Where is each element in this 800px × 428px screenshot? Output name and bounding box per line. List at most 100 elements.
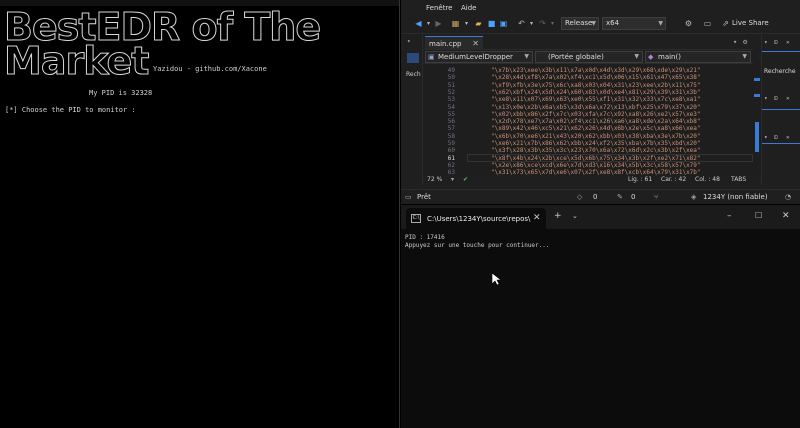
terminal-icon: C:\ [411, 214, 421, 223]
window-close-icon[interactable]: ✕ [782, 211, 790, 221]
mouse-pointer-icon [492, 273, 501, 286]
cursor-line: Lig. : 61 [628, 176, 653, 183]
zoom-level[interactable]: 72 % [427, 176, 442, 183]
pin-icon[interactable]: ▾ [407, 38, 411, 45]
attach-icon[interactable]: ⚙ [683, 18, 694, 29]
toolbar-options-icon[interactable]: ▭ [702, 18, 713, 29]
credit-text: Yazidou - github.com/Xacone [153, 65, 267, 73]
code-line[interactable]: "\x8f\x4b\x24\x2b\xce\x5d\x6b\x75\x34\x3… [491, 155, 701, 162]
code-line[interactable]: "\x62\xbf\x24\x5d\x24\x60\x83\x0d\xe4\x8… [491, 89, 701, 96]
function-icon: ◆ [648, 53, 654, 61]
live-share-button[interactable]: Live Share [732, 19, 769, 27]
new-project-icon[interactable]: ▦ [450, 18, 461, 29]
indent-mode[interactable]: TABS [731, 176, 746, 183]
notifications-icon[interactable]: ◔ [785, 193, 791, 201]
line-number: 50 [447, 74, 455, 82]
function-value: main() [658, 53, 681, 61]
scope-dropdown[interactable]: (Portée globale) ▼ [535, 51, 643, 63]
minimize-icon[interactable]: – [727, 211, 732, 221]
chevron-down-icon: ▼ [658, 20, 663, 27]
tab-overflow-icon[interactable]: ▾ [733, 38, 737, 46]
code-line[interactable]: "\xe6\x21\x7b\x86\x62\xbb\x24\xf2\x35\xb… [491, 140, 701, 147]
warning-icon[interactable]: ◇ [577, 193, 582, 201]
right-tool-panels: ▾ ⊡ ✕ Recherche ▾ ⊡ ✕ ▾ ⊡ ✕ [761, 35, 800, 185]
panel-toggle[interactable] [407, 53, 419, 63]
editor-status-bar: 72 % ▾ ✔ Lig. : 61 Car. : 42 Col. : 48 T… [423, 175, 753, 185]
left-console-window[interactable]: BestEDR of The Market Yazidou - github.c… [0, 0, 400, 428]
line-number: 58 [447, 132, 455, 140]
menu-window[interactable]: Fenêtre [426, 4, 452, 12]
tab-main-cpp[interactable]: main.cpp ✕ [425, 36, 483, 50]
code-line[interactable]: "\xe8\x11\x07\x69\x63\xe0\x55\xf1\x31\x3… [491, 96, 701, 103]
close-icon[interactable]: ✕ [533, 213, 541, 223]
project-value: MediumLevelDropper [438, 53, 513, 61]
editor-scrollbar[interactable] [753, 64, 761, 175]
code-line[interactable]: "\x02\xbb\x86\x2f\x7c\x03\xfa\x7c\x92\xa… [491, 111, 701, 118]
code-line[interactable]: "\x89\x42\x46\xc5\x21\x62\x26\x4d\x6b\x2… [491, 125, 701, 132]
scope-value: (Portée globale) [548, 53, 604, 61]
forward-icon[interactable]: ▶ [433, 18, 444, 29]
warning-count[interactable]: 0 [593, 193, 597, 201]
code-line[interactable]: "\x6b\x70\xe6\x21\x43\x20\x62\xbb\x03\x3… [491, 133, 701, 140]
save-all-icon[interactable]: ▣ [498, 18, 509, 29]
live-share-icon[interactable]: ⇗ [720, 18, 731, 29]
terminal-window[interactable]: C:\ C:\Users\1234Y\source\repos\ ✕ + ⌄ –… [401, 205, 800, 428]
account-icon[interactable]: ◈ [691, 193, 696, 201]
maximize-icon[interactable]: ☐ [755, 211, 762, 220]
terminal-line-1: PID : 17416 [405, 234, 445, 241]
chevron-down-icon: ▼ [634, 53, 639, 60]
line-number: 51 [447, 81, 455, 89]
code-editor[interactable]: 49 50 51 52 53 54 55 56 57 58 59 60 61 62 63 "\x7b\x23… [423, 64, 753, 175]
panel-tab-highlight [762, 143, 800, 144]
chevron-down-icon: ▼ [524, 53, 529, 60]
panel-controls[interactable]: ▾ ⊡ ✕ [762, 39, 800, 49]
toolbar: ◀ ▾ ▶ ▦ ▾ ▰ ■ ▣ ↶ ▾ ↷ ▾ Release ▼ x64 ▼ … [401, 14, 800, 34]
settings-gear-icon[interactable]: ⚙ [743, 38, 747, 46]
scroll-marker [754, 94, 760, 97]
user-status[interactable]: 1234Y (non fiable) [703, 193, 768, 201]
project-dropdown[interactable]: ▣ MediumLevelDropper ▼ [425, 51, 533, 63]
line-number: 55 [447, 110, 455, 118]
code-line[interactable]: "\xf9\xfb\x3e\x75\x6c\xa8\x03\x04\x31\x2… [491, 82, 701, 89]
error-count[interactable]: 0 [631, 193, 635, 201]
search-panel-label[interactable]: Recherche [764, 68, 796, 75]
function-dropdown[interactable]: ◆ main() ▼ [645, 51, 751, 63]
code-line[interactable]: "\x2d\x78\xe7\x7a\x02\xf4\xc1\x26\xa6\xa… [491, 118, 701, 125]
code-line[interactable]: "\x2e\x86\xce\xcd\x6e\x7d\xd3\x16\x34\x5… [491, 162, 701, 169]
navigation-bar: ▣ MediumLevelDropper ▼ (Portée globale) … [423, 50, 753, 64]
new-dropdown-icon[interactable]: ▾ [461, 18, 472, 29]
close-icon[interactable]: ✕ [472, 39, 479, 48]
undo-dropdown-icon[interactable]: ▾ [526, 18, 537, 29]
new-tab-icon[interactable]: + [554, 211, 562, 221]
panel-controls-2[interactable]: ▾ ⊡ ✕ [762, 95, 800, 105]
output-icon[interactable]: ▭ [405, 193, 412, 201]
chevron-down-icon[interactable]: ▾ [451, 176, 454, 183]
left-panel-label[interactable]: Rech [406, 71, 421, 78]
no-issues-icon[interactable]: ✔ [463, 176, 468, 183]
branch-icon[interactable]: ⑂ [654, 193, 658, 201]
menu-help[interactable]: Aide [461, 4, 476, 12]
line-number: 61 [447, 154, 455, 162]
scrollbar-thumb[interactable] [755, 122, 759, 152]
save-icon[interactable]: ■ [486, 18, 497, 29]
terminal-tab[interactable]: C:\ C:\Users\1234Y\source\repos\ ✕ [406, 208, 546, 229]
line-number: 59 [447, 140, 455, 147]
chevron-down-icon[interactable]: ⌄ [572, 212, 578, 220]
line-number-gutter: 49 50 51 52 53 54 55 56 57 58 59 60 61 62 63 [423, 64, 463, 175]
cursor-col: Col. : 48 [695, 176, 720, 183]
code-line[interactable]: "\x28\x4d\xf8\x7a\x02\xf4\xc1\x5d\x06\x1… [491, 74, 701, 81]
configuration-select[interactable]: Release ▼ [561, 17, 599, 30]
left-tool-strip: ▾ Rech [401, 35, 423, 185]
pencil-icon[interactable]: ✎ [617, 193, 623, 201]
editor-tabs: main.cpp ✕ ▾ ⚙ [423, 35, 753, 50]
platform-select[interactable]: x64 ▼ [602, 17, 666, 30]
panel-tab-highlight [762, 109, 800, 110]
code-line[interactable]: "\x13\x0e\x2b\x6a\xb5\x3d\x6a\x72\x13\xb… [491, 104, 701, 111]
open-folder-icon[interactable]: ▰ [473, 18, 484, 29]
scroll-marker [754, 78, 760, 81]
redo-dropdown-icon[interactable]: ▾ [547, 18, 558, 29]
visual-studio-window[interactable]: Fenêtre Aide ◀ ▾ ▶ ▦ ▾ ▰ ■ ▣ ↶ ▾ ↷ ▾ Rel… [401, 0, 800, 204]
code-line[interactable]: "\x3f\x28\x3b\x35\x3c\x23\x70\x6a\x72\x6… [491, 147, 701, 154]
terminal-titlebar: C:\ C:\Users\1234Y\source\repos\ ✕ + ⌄ –… [401, 205, 800, 229]
code-line[interactable]: "\x7b\x23\xee\x3b\x11\x7a\x0d\x4d\x3d\x2… [491, 67, 701, 74]
